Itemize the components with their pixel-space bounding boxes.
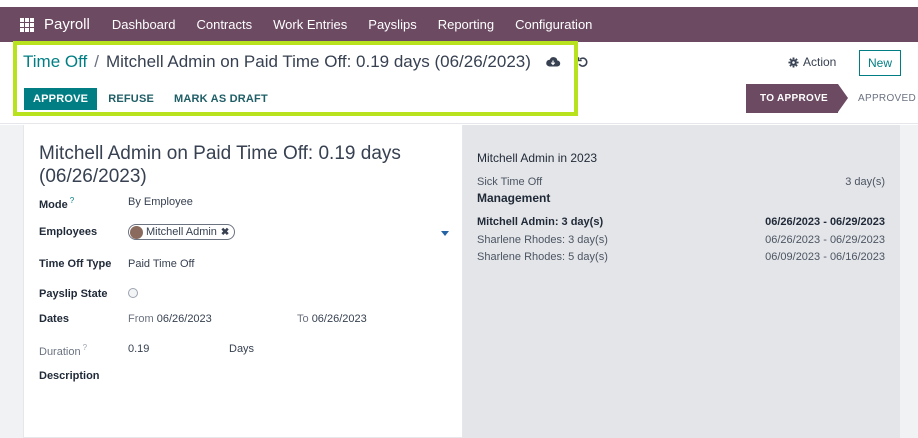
side-panel: Mitchell Admin in 2023 Sick Time Off 3 d… bbox=[463, 125, 900, 438]
leave-row-when: 06/26/2023 - 06/29/2023 bbox=[765, 216, 885, 228]
action-menu[interactable]: Action bbox=[788, 55, 836, 69]
time-off-type-label: Time Off Type bbox=[39, 258, 112, 270]
sick-time-off-label: Sick Time Off bbox=[477, 176, 543, 188]
dates-row: Dates From 06/26/2023 To 06/26/2023 bbox=[39, 313, 367, 325]
nav-dashboard[interactable]: Dashboard bbox=[112, 17, 176, 32]
sick-time-off-line: Sick Time Off 3 day(s) bbox=[477, 176, 885, 188]
payslip-state-radio[interactable] bbox=[128, 288, 138, 298]
form-title: Mitchell Admin on Paid Time Off: 0.19 da… bbox=[39, 143, 401, 187]
mode-label: Mode bbox=[39, 198, 68, 211]
duration-row: Duration? 0.19 Days bbox=[39, 343, 254, 358]
sick-time-off-value: 3 day(s) bbox=[845, 176, 885, 188]
nav-contracts[interactable]: Contracts bbox=[196, 17, 252, 32]
mode-value[interactable]: By Employee bbox=[128, 196, 193, 208]
leave-row: Mitchell Admin: 3 day(s) 06/26/2023 - 06… bbox=[477, 216, 885, 228]
app-brand[interactable]: Payroll bbox=[44, 16, 90, 33]
leave-row: Sharlene Rhodes: 3 day(s) 06/26/2023 - 0… bbox=[477, 234, 885, 246]
mode-row: Mode? By Employee bbox=[39, 196, 193, 211]
side-heading: Mitchell Admin in 2023 bbox=[477, 151, 598, 165]
nav-configuration[interactable]: Configuration bbox=[515, 17, 592, 32]
apps-grid-icon[interactable] bbox=[20, 17, 34, 32]
employees-label: Employees bbox=[39, 226, 98, 238]
leave-row-who: Sharlene Rhodes: 3 day(s) bbox=[477, 234, 608, 246]
from-label: From bbox=[128, 313, 154, 325]
employees-row: Employees Mitchell Admin ✖ bbox=[39, 224, 236, 240]
payslip-state-field[interactable] bbox=[128, 288, 138, 301]
leave-row-when: 06/09/2023 - 06/16/2023 bbox=[765, 251, 885, 263]
to-label: To bbox=[297, 313, 309, 325]
employee-tag-label: Mitchell Admin bbox=[146, 226, 217, 238]
avatar bbox=[130, 225, 143, 239]
management-heading: Management bbox=[477, 191, 551, 205]
leave-row-who: Mitchell Admin: 3 day(s) bbox=[477, 216, 604, 228]
duration-help-icon[interactable]: ? bbox=[83, 343, 87, 352]
form-sheet: Mitchell Admin on Paid Time Off: 0.19 da… bbox=[23, 125, 463, 438]
description-row: Description bbox=[39, 370, 100, 382]
to-value[interactable]: 06/26/2023 bbox=[312, 313, 367, 325]
date-from[interactable]: From 06/26/2023 bbox=[128, 313, 212, 325]
highlight-box bbox=[13, 41, 578, 116]
status-to-approve[interactable]: TO APPROVE bbox=[746, 84, 849, 113]
mode-help-icon[interactable]: ? bbox=[70, 196, 74, 205]
payslip-state-row: Payslip State bbox=[39, 288, 138, 300]
action-label: Action bbox=[803, 55, 837, 69]
duration-unit: Days bbox=[229, 343, 255, 355]
dates-label: Dates bbox=[39, 313, 69, 325]
gear-icon bbox=[788, 56, 799, 68]
leave-row-when: 06/26/2023 - 06/29/2023 bbox=[765, 234, 885, 246]
top-navbar: Payroll Dashboard Contracts Work Entries… bbox=[0, 7, 918, 42]
payslip-state-label: Payslip State bbox=[39, 288, 108, 300]
nav-work-entries[interactable]: Work Entries bbox=[273, 17, 347, 32]
statusbar: TO APPROVE APPROVED bbox=[746, 84, 916, 113]
leave-row-who: Sharlene Rhodes: 5 day(s) bbox=[477, 251, 608, 263]
employees-dropdown-icon[interactable] bbox=[441, 231, 449, 236]
nav-payslips[interactable]: Payslips bbox=[368, 17, 416, 32]
time-off-type-value[interactable]: Paid Time Off bbox=[128, 258, 194, 270]
employees-field[interactable]: Mitchell Admin ✖ bbox=[128, 224, 236, 242]
remove-tag-icon[interactable]: ✖ bbox=[221, 227, 229, 238]
form-canvas: Mitchell Admin on Paid Time Off: 0.19 da… bbox=[0, 125, 918, 438]
new-button[interactable]: New bbox=[859, 50, 901, 76]
status-approved[interactable]: APPROVED bbox=[850, 84, 916, 113]
nav-reporting[interactable]: Reporting bbox=[438, 17, 494, 32]
leave-row: Sharlene Rhodes: 5 day(s) 06/09/2023 - 0… bbox=[477, 251, 885, 263]
description-label: Description bbox=[39, 370, 100, 382]
from-value[interactable]: 06/26/2023 bbox=[157, 313, 212, 325]
employee-tag[interactable]: Mitchell Admin ✖ bbox=[128, 224, 236, 240]
date-to[interactable]: To 06/26/2023 bbox=[297, 313, 367, 325]
duration-label: Duration bbox=[39, 345, 81, 358]
time-off-type-row: Time Off Type Paid Time Off bbox=[39, 258, 194, 270]
duration-value[interactable]: 0.19 bbox=[128, 343, 149, 355]
